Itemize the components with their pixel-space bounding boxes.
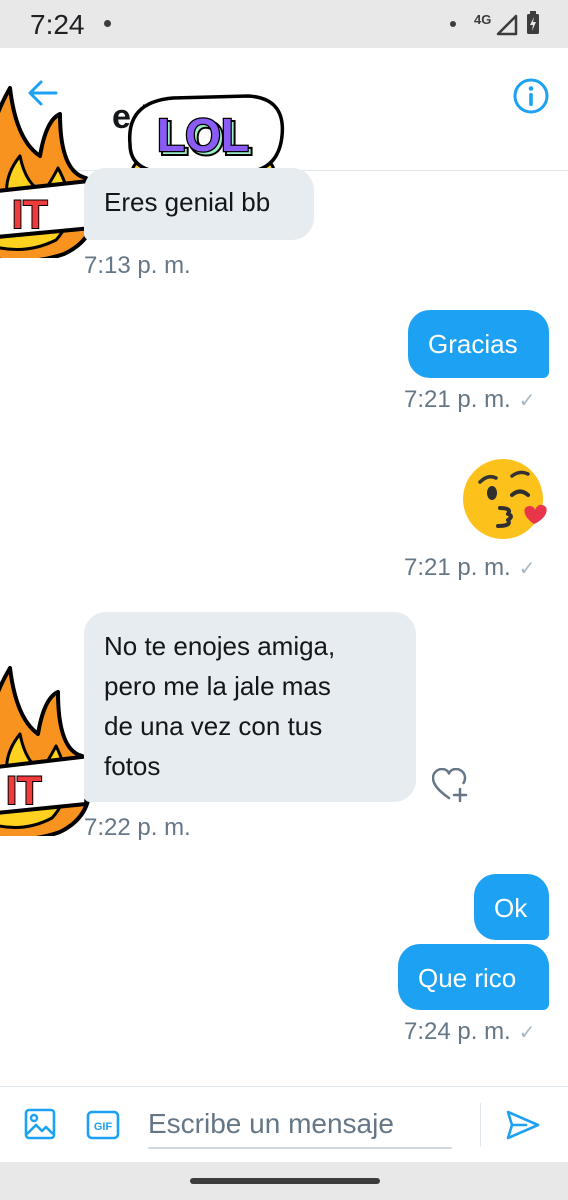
status-dot-icon: [450, 21, 456, 27]
message-text: Que rico: [418, 963, 517, 993]
message-text-line: pero me la jale mas: [104, 671, 331, 701]
info-icon[interactable]: [512, 77, 550, 115]
sent-check-icon: ✓: [518, 1022, 536, 1044]
lit-fire-sticker: IT: [0, 666, 92, 836]
send-icon[interactable]: [506, 1109, 540, 1141]
lit-sticker-text: IT: [12, 193, 48, 237]
sent-check-icon: ✓: [518, 558, 536, 580]
svg-text:LOL: LOL: [157, 109, 249, 161]
image-icon[interactable]: [24, 1108, 56, 1140]
message-text-line: fotos: [104, 751, 161, 781]
message-bubble-outgoing[interactable]: Que rico: [398, 944, 549, 1010]
message-bubble-incoming[interactable]: Eres genial bb: [84, 168, 314, 240]
message-timestamp: 7:13 p. m.: [84, 252, 191, 279]
message-bubble-incoming[interactable]: No te enojes amiga, pero me la jale mas …: [84, 612, 416, 802]
message-text: Ok: [494, 893, 528, 923]
composer-divider: [480, 1103, 481, 1147]
notification-dot-icon: [104, 20, 111, 27]
message-bubble-outgoing[interactable]: Gracias: [408, 310, 549, 378]
message-timestamp: 7:24 p. m. ✓: [404, 1018, 536, 1045]
message-text: Eres genial bb: [104, 187, 271, 217]
lit-sticker-text: IT: [6, 769, 42, 813]
message-bubble-outgoing[interactable]: Ok: [474, 874, 549, 940]
message-composer: GIF: [0, 1086, 568, 1162]
message-timestamp: 7:21 p. m. ✓: [404, 386, 536, 413]
gif-icon[interactable]: GIF: [86, 1110, 120, 1140]
message-timestamp: 7:22 p. m.: [84, 814, 191, 841]
kiss-emoji[interactable]: [462, 458, 548, 542]
message-text-line: de una vez con tus: [104, 711, 323, 741]
gif-label: GIF: [94, 1121, 113, 1133]
battery-icon: [527, 11, 539, 34]
message-text-line: No te enojes amiga,: [104, 631, 336, 661]
message-text: Gracias: [428, 329, 518, 359]
status-bar: 7:24 4G: [0, 0, 568, 48]
signal-icon: [496, 14, 518, 36]
status-time: 7:24: [30, 9, 85, 40]
like-heart-icon[interactable]: [432, 768, 470, 802]
navigation-bar: [0, 1162, 568, 1200]
network-type: 4G: [474, 12, 492, 27]
message-timestamp: 7:21 p. m. ✓: [404, 554, 536, 581]
sent-check-icon: ✓: [518, 390, 536, 412]
home-indicator[interactable]: [190, 1178, 380, 1184]
message-input[interactable]: [148, 1101, 452, 1149]
